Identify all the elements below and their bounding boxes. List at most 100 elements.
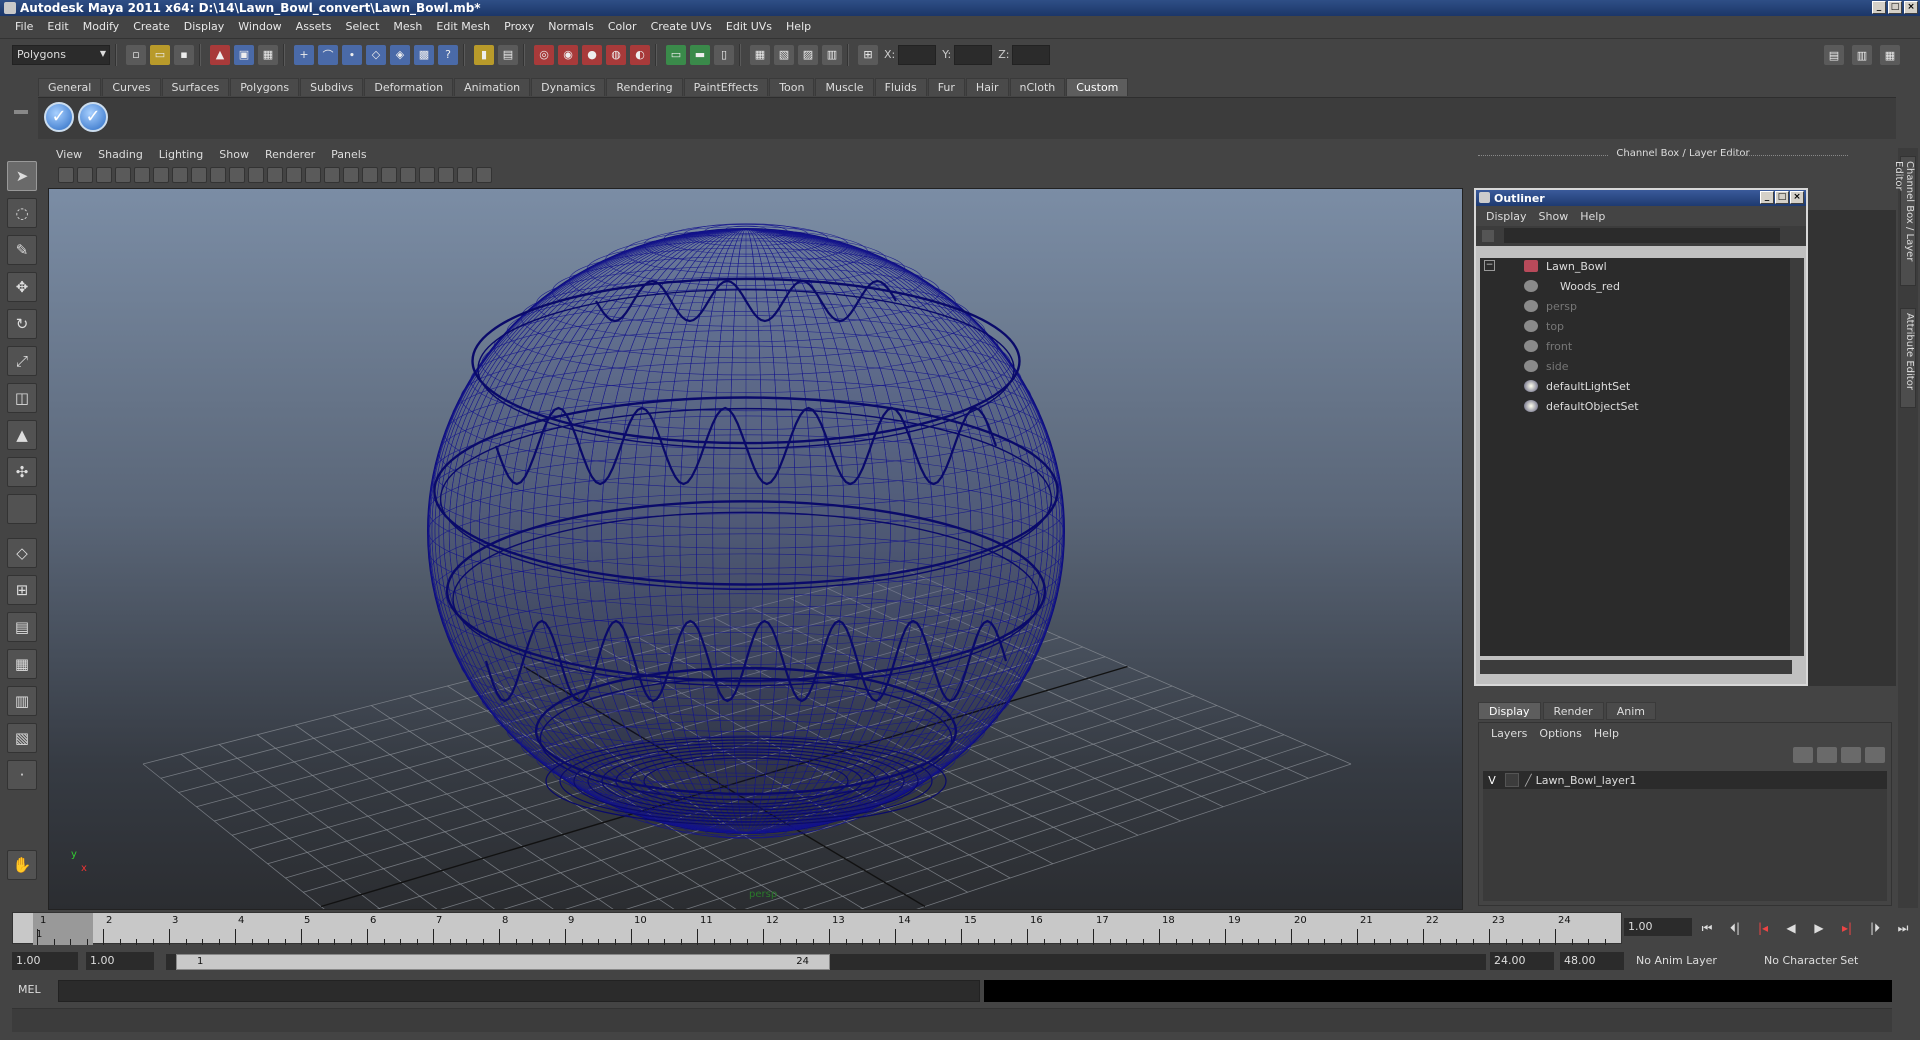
menu-proxy[interactable]: Proxy (497, 20, 541, 33)
snap-surface-icon[interactable]: ▩ (414, 44, 434, 65)
checkmark-icon[interactable]: ✓ (78, 102, 108, 132)
x-field[interactable] (898, 44, 937, 65)
smooth-shade-icon[interactable] (305, 167, 321, 183)
outliner-maximize-button[interactable]: □ (1775, 191, 1789, 204)
viewport-menu-view[interactable]: View (48, 148, 90, 164)
range-slider-thumb[interactable]: 1 24 (176, 954, 830, 970)
outliner-item[interactable]: defaultObjectSet (1524, 398, 1639, 414)
lasso-tool-icon[interactable]: ◌ (7, 198, 37, 228)
shelf-tab-painteffects[interactable]: PaintEffects (683, 78, 769, 96)
step-forward-icon[interactable]: |⏵ (1864, 918, 1886, 938)
layer-menu-layers[interactable]: Layers (1485, 727, 1533, 740)
animation-start-field[interactable]: 1.00 (12, 952, 78, 970)
default-lighting-icon[interactable] (362, 167, 378, 183)
menu-set-select[interactable]: Polygons ▼ (12, 44, 110, 65)
viewport-menu-shading[interactable]: Shading (90, 148, 151, 164)
persp-graph-layout-icon[interactable]: ▦ (7, 649, 37, 679)
shelf-tab-polygons[interactable]: Polygons (230, 78, 300, 96)
clipboard-icon[interactable]: ▯ (714, 44, 734, 65)
outliner-item[interactable]: defaultLightSet (1524, 378, 1630, 394)
xray-icon[interactable] (438, 167, 454, 183)
render-view-icon[interactable]: ▬ (690, 44, 710, 65)
history-icon[interactable]: ◎ (534, 44, 554, 65)
layer-color-icon[interactable]: ╱ (1525, 774, 1532, 787)
paint-select-tool-icon[interactable]: ✎ (7, 235, 37, 265)
current-frame-field[interactable]: 1.00 (1624, 918, 1692, 936)
menu-modify[interactable]: Modify (76, 20, 126, 33)
viewport-menu-panels[interactable]: Panels (323, 148, 374, 164)
checkmark-icon[interactable]: ✓ (44, 102, 74, 132)
outliner-horizontal-scrollbar[interactable] (1480, 660, 1792, 674)
outliner-close-button[interactable]: × (1790, 191, 1804, 204)
persp-graph-hypergraph-layout-icon[interactable]: ▧ (7, 723, 37, 753)
hand-icon[interactable]: ✋ (7, 850, 37, 880)
shelf-tab-hair[interactable]: Hair (965, 78, 1009, 96)
new-layer-icon[interactable] (1841, 747, 1861, 763)
outliner-minimize-button[interactable]: _ (1760, 191, 1774, 204)
save-scene-icon[interactable]: ▪ (174, 44, 194, 65)
new-layer-from-selected-icon[interactable] (1865, 747, 1885, 763)
go-to-start-icon[interactable]: ⏮ (1696, 918, 1718, 938)
play-backwards-icon[interactable]: ◀ (1780, 918, 1802, 938)
z-field[interactable] (1012, 44, 1051, 65)
layer-display-type-toggle[interactable] (1505, 773, 1519, 787)
open-scene-icon[interactable]: ▭ (150, 44, 170, 65)
mel-input[interactable] (58, 980, 980, 1002)
hypershade-layout-icon[interactable]: ▥ (7, 686, 37, 716)
outliner-menu-help[interactable]: Help (1574, 210, 1611, 223)
playback-end-field[interactable]: 24.00 (1490, 952, 1554, 970)
outliner-item[interactable]: side (1524, 358, 1569, 374)
safe-title-icon[interactable] (267, 167, 283, 183)
tab-channel-box[interactable]: Channel Box / Layer Editor (1893, 156, 1916, 286)
four-view-layout-icon[interactable]: ⊞ (7, 575, 37, 605)
select-tool-icon[interactable]: ➤ (7, 161, 37, 191)
step-back-key-icon[interactable]: |◂ (1752, 918, 1774, 938)
construction-history-icon[interactable]: ◉ (558, 44, 578, 65)
mel-label[interactable]: MEL (18, 983, 41, 996)
safe-action-icon[interactable] (248, 167, 264, 183)
animation-end-field[interactable]: 48.00 (1560, 952, 1624, 970)
menu-mesh[interactable]: Mesh (386, 20, 429, 33)
lock-icon[interactable]: ▮ (474, 44, 494, 65)
shelf-tab-fur[interactable]: Fur (927, 78, 965, 96)
close-button[interactable]: × (1904, 1, 1918, 14)
display-tools-icon[interactable]: ▨ (798, 44, 818, 65)
camera-grid-icon[interactable]: ▦ (750, 44, 770, 65)
rotate-tool-icon[interactable]: ↻ (7, 309, 37, 339)
layer-menu-options[interactable]: Options (1533, 727, 1587, 740)
menu-window[interactable]: Window (231, 20, 288, 33)
toggle-tool-settings-icon[interactable]: ▥ (1852, 45, 1872, 65)
snap-view-plane-icon[interactable]: ◇ (366, 44, 386, 65)
shelf-tab-fluids[interactable]: Fluids (874, 78, 927, 96)
camera-attributes-icon[interactable] (77, 167, 93, 183)
menu-edit-mesh[interactable]: Edit Mesh (429, 20, 497, 33)
menu-file[interactable]: File (8, 20, 40, 33)
menu-create-uvs[interactable]: Create UVs (644, 20, 719, 33)
shelf-options[interactable] (12, 78, 30, 138)
play-forwards-icon[interactable]: ▶ (1808, 918, 1830, 938)
layer-row[interactable]: V ╱ Lawn_Bowl_layer1 (1483, 771, 1887, 789)
new-scene-icon[interactable]: ▫ (126, 44, 146, 65)
render-frame-icon[interactable]: ● (582, 44, 602, 65)
grid-icon[interactable] (153, 167, 169, 183)
shelf-tab-dynamics[interactable]: Dynamics (531, 78, 606, 96)
toggle-attribute-editor-icon[interactable]: ▤ (1824, 45, 1844, 65)
step-forward-key-icon[interactable]: ▸| (1836, 918, 1858, 938)
viewport-menu-lighting[interactable]: Lighting (151, 148, 211, 164)
minimize-button[interactable]: _ (1872, 1, 1886, 14)
shelf-tab-curves[interactable]: Curves (102, 78, 161, 96)
input-ops-icon[interactable]: ▤ (498, 44, 518, 65)
select-camera-icon[interactable] (58, 167, 74, 183)
select-hierarchy-icon[interactable]: ▲ (210, 44, 230, 65)
wireframe-on-shaded-icon[interactable] (324, 167, 340, 183)
shadows-icon[interactable] (400, 167, 416, 183)
y-field[interactable] (954, 44, 993, 65)
snap-curve-icon[interactable]: ⌒ (318, 44, 338, 65)
outliner-item[interactable]: top (1524, 318, 1564, 334)
maximize-button[interactable]: □ (1888, 1, 1902, 14)
viewport-menu-show[interactable]: Show (211, 148, 257, 164)
outliner-vertical-scrollbar[interactable] (1790, 258, 1804, 656)
layer-visibility-toggle[interactable]: V (1483, 774, 1501, 787)
single-perspective-layout-icon[interactable]: ◇ (7, 538, 37, 568)
move-tool-icon[interactable]: ✥ (7, 272, 37, 302)
